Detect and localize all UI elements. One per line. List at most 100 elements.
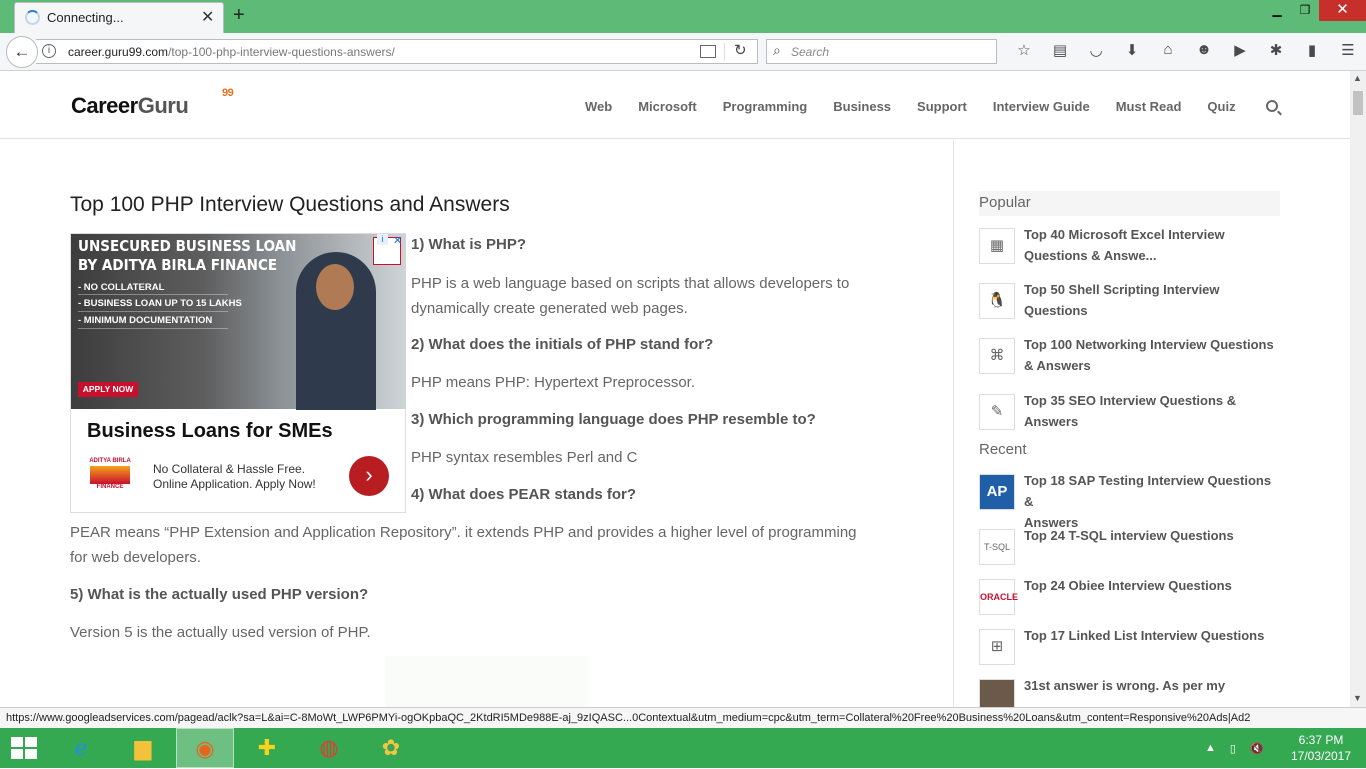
- recent-item[interactable]: ⊞ Top 17 Linked List Interview Questions: [979, 628, 1280, 669]
- site-logo[interactable]: CareerGuru 99: [71, 87, 234, 119]
- restore-button[interactable]: ❐: [1291, 0, 1319, 21]
- advertisement[interactable]: UNSECURED BUSINESS LOAN BY ADITYA BIRLA F…: [70, 233, 406, 513]
- recent-comment-text: 31st answer is wrong. As per my: [1024, 678, 1226, 693]
- site-search-icon[interactable]: [1266, 100, 1278, 112]
- answer-1-line2: dynamically create generated web pages.: [411, 300, 688, 317]
- chat-icon[interactable]: ☻: [1186, 41, 1222, 59]
- popular-item[interactable]: ▦ Top 40 Microsoft Excel Interview Questi…: [979, 227, 1280, 268]
- ad-headline-line2: BY ADITYA BIRLA FINANCE: [78, 256, 278, 274]
- ad-title[interactable]: Business Loans for SMEs: [87, 420, 333, 443]
- scroll-up-arrow-icon[interactable]: ▲: [1353, 73, 1362, 83]
- system-clock[interactable]: 6:37 PM 17/03/2017: [1285, 732, 1357, 764]
- back-button[interactable]: ←: [6, 36, 38, 68]
- ad-apply-now-button[interactable]: APPLY NOW: [78, 382, 138, 397]
- popular-item[interactable]: ✎ Top 35 SEO Interview Questions & Answer…: [979, 393, 1280, 434]
- ad-rule: [78, 311, 228, 312]
- main-nav: Web Microsoft Programming Business Suppo…: [572, 99, 1249, 114]
- addon-icon[interactable]: ▮: [1294, 41, 1330, 59]
- volume-icon[interactable]: 🔇: [1250, 742, 1264, 755]
- nav-web[interactable]: Web: [585, 99, 612, 114]
- content-divider: [953, 140, 954, 707]
- recent-comment-item[interactable]: 31st answer is wrong. As per my: [979, 678, 1280, 707]
- question-3: 3) Which programming language does PHP r…: [411, 411, 816, 428]
- excel-thumbnail-icon: ▦: [979, 228, 1015, 264]
- ad-rule: [78, 328, 228, 329]
- ad-info-icon[interactable]: i: [377, 234, 388, 245]
- nav-programming[interactable]: Programming: [723, 99, 808, 114]
- extension-icon[interactable]: ✱: [1258, 41, 1294, 59]
- article-title: Top 100 PHP Interview Questions and Answ…: [70, 193, 510, 216]
- browser-tab[interactable]: Connecting... ✕: [14, 2, 224, 33]
- internet-explorer-icon[interactable]: ℯ: [52, 728, 110, 768]
- close-tab-icon[interactable]: ✕: [201, 7, 214, 27]
- minimize-button[interactable]: ▁: [1263, 0, 1291, 21]
- recent-item-title: Top 18 SAP Testing Interview Questions &: [1024, 473, 1272, 509]
- url-bar[interactable]: i career.guru99.com/top-100-php-intervie…: [36, 39, 758, 64]
- close-window-button[interactable]: ✕: [1319, 0, 1366, 21]
- bookmarks-menu-icon[interactable]: ▤: [1042, 41, 1078, 59]
- bookmark-star-icon[interactable]: ☆: [1006, 41, 1042, 59]
- ad-bullet: - NO COLLATERAL: [78, 282, 165, 293]
- url-domain: career.guru99.com: [68, 45, 169, 59]
- chrome-icon[interactable]: ◍: [300, 728, 358, 768]
- reload-icon[interactable]: ↻: [734, 41, 747, 59]
- logo-99: 99: [222, 87, 234, 99]
- recent-item[interactable]: AP Top 18 SAP Testing Interview Question…: [979, 473, 1280, 530]
- paint-icon[interactable]: ✿: [362, 728, 420, 768]
- nav-interview-guide[interactable]: Interview Guide: [993, 99, 1090, 114]
- toolbar-icons: ☆ ▤ ◡ ⬇ ⌂ ☻ ▶ ✱ ▮ ☰: [1006, 41, 1366, 59]
- tab-title: Connecting...: [47, 10, 124, 25]
- site-info-icon[interactable]: i: [42, 44, 56, 58]
- scroll-down-arrow-icon[interactable]: ▼: [1353, 693, 1362, 703]
- recent-item[interactable]: T-SQL Top 24 T-SQL interview Questions: [979, 528, 1280, 569]
- linked-list-thumbnail-icon: ⊞: [979, 629, 1015, 665]
- ad-text-line1: No Collateral & Hassle Free.: [153, 462, 306, 476]
- youtube-icon[interactable]: ▶: [1222, 41, 1258, 59]
- scrollbar-thumb[interactable]: [1353, 91, 1363, 115]
- window-controls: ▁ ❐ ✕: [1263, 0, 1366, 22]
- nav-support[interactable]: Support: [917, 99, 967, 114]
- pocket-icon[interactable]: ◡: [1078, 41, 1114, 59]
- file-explorer-icon[interactable]: ▆: [114, 728, 172, 768]
- seo-thumbnail-icon: ✎: [979, 394, 1015, 430]
- battery-icon[interactable]: ▯: [1230, 742, 1236, 755]
- search-bar[interactable]: ⌕ Search: [766, 39, 997, 64]
- ad-bullet: - BUSINESS LOAN UP TO 15 LAKHS: [78, 298, 242, 309]
- nav-business[interactable]: Business: [833, 99, 891, 114]
- ad-aditya-birla-logo: ADITYA BIRLA FINANCE: [87, 458, 133, 498]
- popular-item[interactable]: 🐧 Top 50 Shell Scripting Interview Questi…: [979, 282, 1280, 323]
- popular-item-title: Top 40 Microsoft Excel Interview: [1024, 227, 1225, 242]
- vertical-scrollbar[interactable]: ▲ ▼: [1350, 71, 1366, 707]
- ad-person-head: [316, 264, 354, 310]
- popular-item[interactable]: ⌘ Top 100 Networking Interview Questions…: [979, 337, 1280, 378]
- popular-item-title: Top 100 Networking Interview Questions: [1024, 337, 1274, 352]
- url-text[interactable]: career.guru99.com/top-100-php-interview-…: [68, 45, 395, 59]
- downloads-icon[interactable]: ⬇: [1114, 41, 1150, 59]
- ad-bullet: - MINIMUM DOCUMENTATION: [78, 315, 213, 326]
- windows-start-icon[interactable]: [11, 737, 39, 759]
- popular-header: Popular: [979, 191, 1280, 216]
- sap-thumbnail-icon: AP: [979, 474, 1015, 510]
- nav-quiz[interactable]: Quiz: [1207, 99, 1235, 114]
- search-icon: ⌕: [773, 42, 781, 58]
- logo-guru: Guru: [137, 93, 189, 118]
- puzzle-app-icon[interactable]: ✚: [238, 728, 296, 768]
- ad-close-icon[interactable]: ✕: [393, 234, 402, 247]
- home-icon[interactable]: ⌂: [1150, 41, 1186, 59]
- tab-bar: Connecting... ✕ + ▁ ❐ ✕: [0, 0, 1366, 33]
- recent-header: Recent: [979, 441, 1027, 458]
- firefox-icon[interactable]: ◉: [176, 728, 234, 768]
- hamburger-menu-icon[interactable]: ☰: [1330, 41, 1366, 59]
- new-tab-button[interactable]: +: [233, 4, 245, 27]
- nav-must-read[interactable]: Must Read: [1116, 99, 1182, 114]
- linux-penguin-icon: 🐧: [979, 283, 1015, 319]
- nav-microsoft[interactable]: Microsoft: [638, 99, 697, 114]
- reader-view-icon[interactable]: [700, 45, 716, 58]
- clock-time: 6:37 PM: [1298, 733, 1344, 747]
- recent-item[interactable]: ORACLE Top 24 Obiee Interview Questions: [979, 578, 1280, 619]
- ad-go-chevron-icon[interactable]: ›: [349, 456, 389, 496]
- question-1: 1) What is PHP?: [411, 236, 527, 253]
- commenter-avatar: [979, 679, 1015, 707]
- tray-expand-icon[interactable]: ▲: [1205, 742, 1216, 754]
- ad-image[interactable]: UNSECURED BUSINESS LOAN BY ADITYA BIRLA F…: [71, 234, 406, 410]
